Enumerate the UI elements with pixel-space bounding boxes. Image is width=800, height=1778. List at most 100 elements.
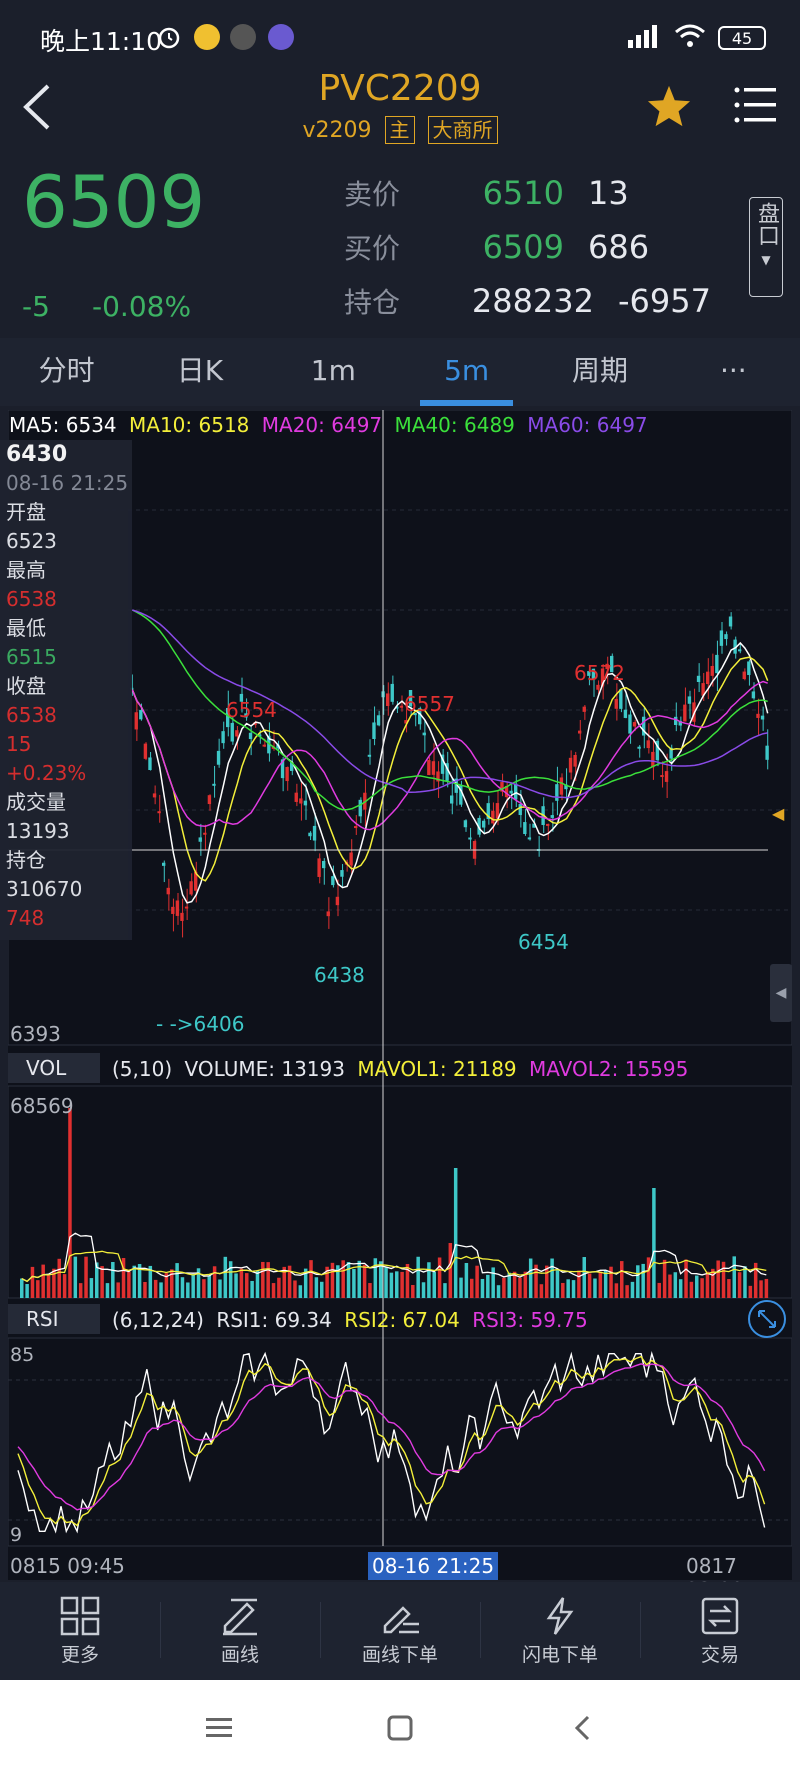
rsi3-line [17, 1363, 766, 1511]
ma60-legend: MA60: 6497 [527, 413, 648, 437]
tab-daily-k[interactable]: 日K [133, 338, 266, 406]
candlestick [687, 696, 692, 704]
toolbar-flash-order-button[interactable]: 闪电下单 [480, 1582, 640, 1680]
candlestick [157, 811, 161, 814]
toolbar-trade-label: 交易 [700, 1644, 739, 1666]
peak-label-3: 6572 [574, 661, 625, 685]
volume-bar [673, 1272, 678, 1298]
candlestick [262, 744, 266, 747]
candlestick [386, 693, 390, 707]
volume-bar [582, 1257, 586, 1298]
trade-icon [701, 1597, 739, 1635]
volume-bar [539, 1284, 544, 1298]
info-high: 6538 [6, 587, 57, 611]
volume-bar [389, 1272, 394, 1298]
more-tabs-icon[interactable]: ··· [667, 338, 800, 406]
volume-bar [271, 1283, 276, 1298]
candlestick [303, 800, 308, 806]
volume-bar [25, 1284, 29, 1298]
rsi-indicator-button[interactable]: RSI [8, 1304, 100, 1334]
toolbar-more-button[interactable]: 更多 [0, 1582, 160, 1680]
candlestick [527, 837, 532, 840]
favorite-star-icon[interactable] [646, 84, 692, 128]
volume-bar [630, 1281, 635, 1298]
open-interest-row: 持仓 288232 -6957 [344, 276, 711, 326]
candle-info-box: 6430 08-16 21:25 开盘 6523 最高 6538 最低 6515… [0, 440, 132, 940]
candlestick [171, 906, 175, 914]
info-oi-label: 持仓 [6, 848, 46, 872]
candlestick [422, 732, 426, 736]
candlestick [235, 730, 239, 737]
candlestick [738, 649, 742, 652]
candlestick [637, 746, 641, 749]
candlestick [614, 698, 618, 709]
volume-bar [277, 1277, 281, 1298]
info-high-label: 最高 [6, 558, 46, 582]
battery-icon: 45 [718, 26, 766, 50]
menu-icon[interactable] [734, 86, 776, 124]
toolbar-trade-button[interactable]: 交易 [640, 1582, 800, 1680]
volume-bar [346, 1262, 351, 1298]
candlestick [568, 757, 573, 773]
tab-1m[interactable]: 1m [267, 338, 400, 406]
volume-bar [78, 1283, 83, 1298]
volume-bar [255, 1270, 260, 1298]
rsi-axis-bottom: 9 [10, 1524, 23, 1546]
volume-bar [550, 1258, 554, 1298]
volume-bar [73, 1256, 78, 1298]
candlestick [742, 671, 746, 680]
candlestick [765, 745, 769, 760]
candlestick [372, 722, 376, 740]
volume-bar [207, 1275, 211, 1298]
candlestick [427, 760, 431, 776]
toolbar-draw-order-label: 画线下单 [361, 1644, 438, 1666]
volume-bar [309, 1260, 313, 1298]
volume-bar [748, 1285, 753, 1298]
last-price-marker-icon: ◀ [772, 804, 785, 823]
toolbar-draw-line-button[interactable]: 画线 [160, 1582, 320, 1680]
candlestick [390, 683, 394, 702]
volume-bar [716, 1260, 720, 1298]
volume-bar [491, 1267, 495, 1298]
volume-bar [652, 1188, 656, 1298]
candlestick [175, 900, 180, 916]
tab-timeshare[interactable]: 分时 [0, 338, 133, 406]
candlestick [221, 731, 225, 744]
volume-bar [116, 1282, 120, 1298]
tab-period[interactable]: 周期 [533, 338, 666, 406]
candlestick [180, 912, 184, 921]
toolbar-more-label: 更多 [60, 1644, 99, 1666]
volume-bar [228, 1261, 233, 1298]
candlestick [651, 751, 655, 768]
trough-label-1: 6438 [314, 963, 365, 987]
bid-label: 买价 [344, 232, 401, 265]
tab-5m[interactable]: 5m [400, 338, 533, 406]
peak-label-2: 6557 [404, 692, 455, 716]
order-book-button[interactable]: 盘口 ▼ [749, 197, 783, 297]
back-nav-icon[interactable] [572, 1714, 592, 1746]
volume-bar [678, 1279, 683, 1298]
vol-indicator-button[interactable]: VOL [8, 1053, 100, 1083]
home-icon[interactable] [386, 1714, 414, 1746]
candlestick [706, 671, 710, 685]
fullscreen-icon[interactable] [748, 1300, 786, 1338]
open-interest: 288232 [471, 282, 594, 320]
candlestick [550, 815, 554, 818]
volume-bar [320, 1281, 324, 1298]
candlestick [756, 713, 760, 718]
volume-bar [373, 1258, 378, 1298]
volume-bar [186, 1282, 190, 1298]
ma20-legend: MA20: 6497 [261, 413, 383, 437]
volume-bar [668, 1274, 672, 1298]
candlestick [335, 896, 340, 906]
candlestick [376, 715, 381, 726]
volume-bar [571, 1280, 576, 1298]
volume-bar [368, 1283, 372, 1298]
toolbar-draw-order-button[interactable]: 画线下单 [320, 1582, 480, 1680]
candlestick [399, 705, 404, 708]
recent-apps-icon[interactable] [206, 1716, 232, 1744]
collapse-arrow-icon[interactable]: ◀ [770, 964, 792, 1022]
ma-legend: MA5: 6534 MA10: 6518 MA20: 6497 MA40: 64… [9, 413, 648, 437]
volume-bar [662, 1259, 667, 1298]
candlestick [139, 710, 143, 720]
